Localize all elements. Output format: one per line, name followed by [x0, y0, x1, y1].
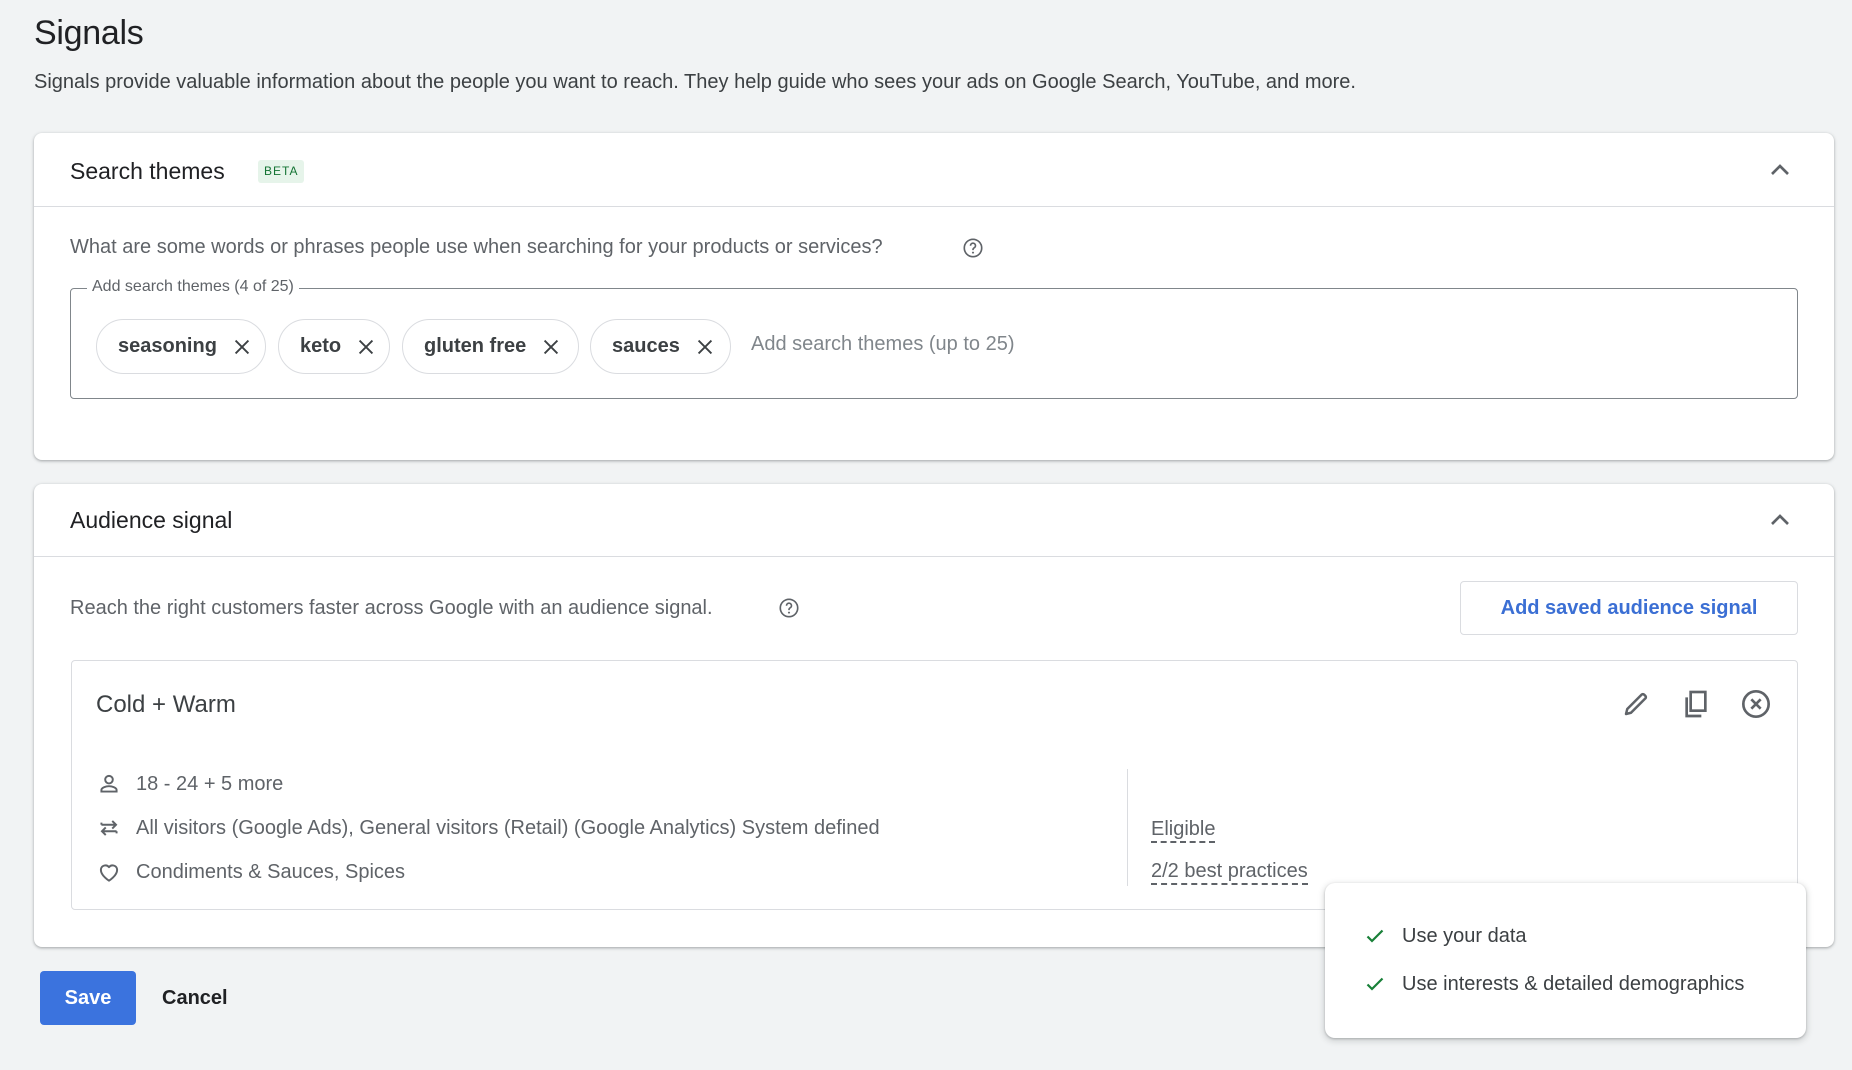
popup-item: Use interests & detailed demographics [1363, 972, 1744, 996]
interests-text: Condiments & Sauces, Spices [136, 860, 406, 883]
chip-label: sauces [612, 335, 680, 357]
theme-chip: seasoning [96, 319, 266, 374]
signal-name: Cold + Warm [96, 691, 236, 718]
chevron-up-icon[interactable] [1764, 504, 1796, 536]
remove-icon[interactable] [1738, 686, 1774, 722]
check-icon [1366, 929, 1384, 943]
help-icon[interactable] [962, 237, 984, 259]
copy-icon[interactable] [1678, 686, 1714, 722]
audience-signal-title: Audience signal [70, 507, 233, 533]
search-themes-title: Search themes [70, 158, 225, 184]
beta-badge: BETA [258, 160, 305, 183]
best-practices-popup: Use your data Use interests & detailed d… [1325, 883, 1806, 1038]
interests-row: Condiments & Sauces, Spices [96, 858, 405, 886]
popup-item-text: Use interests & detailed demographics [1402, 972, 1745, 995]
search-themes-field-label: Add search themes (4 of 25) [87, 278, 299, 296]
data-segments-text: All visitors (Google Ads), General visit… [136, 816, 880, 839]
person-icon [100, 774, 118, 793]
theme-chip: gluten free [402, 319, 579, 374]
chip-label: gluten free [424, 335, 527, 357]
theme-chip: keto [278, 319, 390, 374]
add-saved-audience-signal-button[interactable]: Add saved audience signal [1460, 581, 1798, 635]
close-icon[interactable] [355, 336, 377, 358]
help-icon[interactable] [778, 597, 800, 619]
audience-signal-item: Cold + Warm 18 - 24 + 5 more All visitor… [71, 660, 1798, 910]
popup-item: Use your data [1363, 924, 1527, 948]
chip-label: seasoning [118, 335, 217, 357]
edit-icon[interactable] [1618, 686, 1654, 722]
heart-icon [99, 864, 119, 882]
data-segments-row: All visitors (Google Ads), General visit… [96, 814, 880, 842]
audience-signal-description: Reach the right customers faster across … [70, 597, 713, 619]
close-icon[interactable] [540, 336, 562, 358]
page-subtitle: Signals provide valuable information abo… [34, 71, 1356, 93]
chevron-up-icon[interactable] [1764, 154, 1796, 186]
page-title: Signals [34, 14, 144, 52]
chip-label: keto [300, 335, 342, 357]
save-button[interactable]: Save [40, 971, 136, 1025]
search-themes-question: What are some words or phrases people us… [70, 236, 883, 258]
popup-item-text: Use your data [1402, 924, 1527, 947]
audience-signal-header[interactable]: Audience signal [34, 484, 1834, 557]
theme-chip: sauces [590, 319, 731, 374]
demographics-text: 18 - 24 + 5 more [136, 772, 284, 795]
search-themes-field[interactable]: Add search themes (4 of 25) seasoning ke… [70, 278, 1798, 399]
demographics-row: 18 - 24 + 5 more [96, 770, 283, 798]
swap-arrows-icon [100, 820, 118, 836]
best-practices-link[interactable]: 2/2 best practices [1151, 859, 1308, 885]
vertical-divider [1127, 769, 1128, 886]
eligibility-status[interactable]: Eligible [1151, 817, 1216, 843]
close-icon[interactable] [694, 336, 716, 358]
search-themes-header[interactable]: Search themes BETA [34, 133, 1834, 207]
close-icon[interactable] [231, 336, 253, 358]
cancel-button[interactable]: Cancel [150, 971, 240, 1025]
check-icon [1366, 977, 1384, 991]
search-themes-input[interactable] [751, 333, 1351, 356]
